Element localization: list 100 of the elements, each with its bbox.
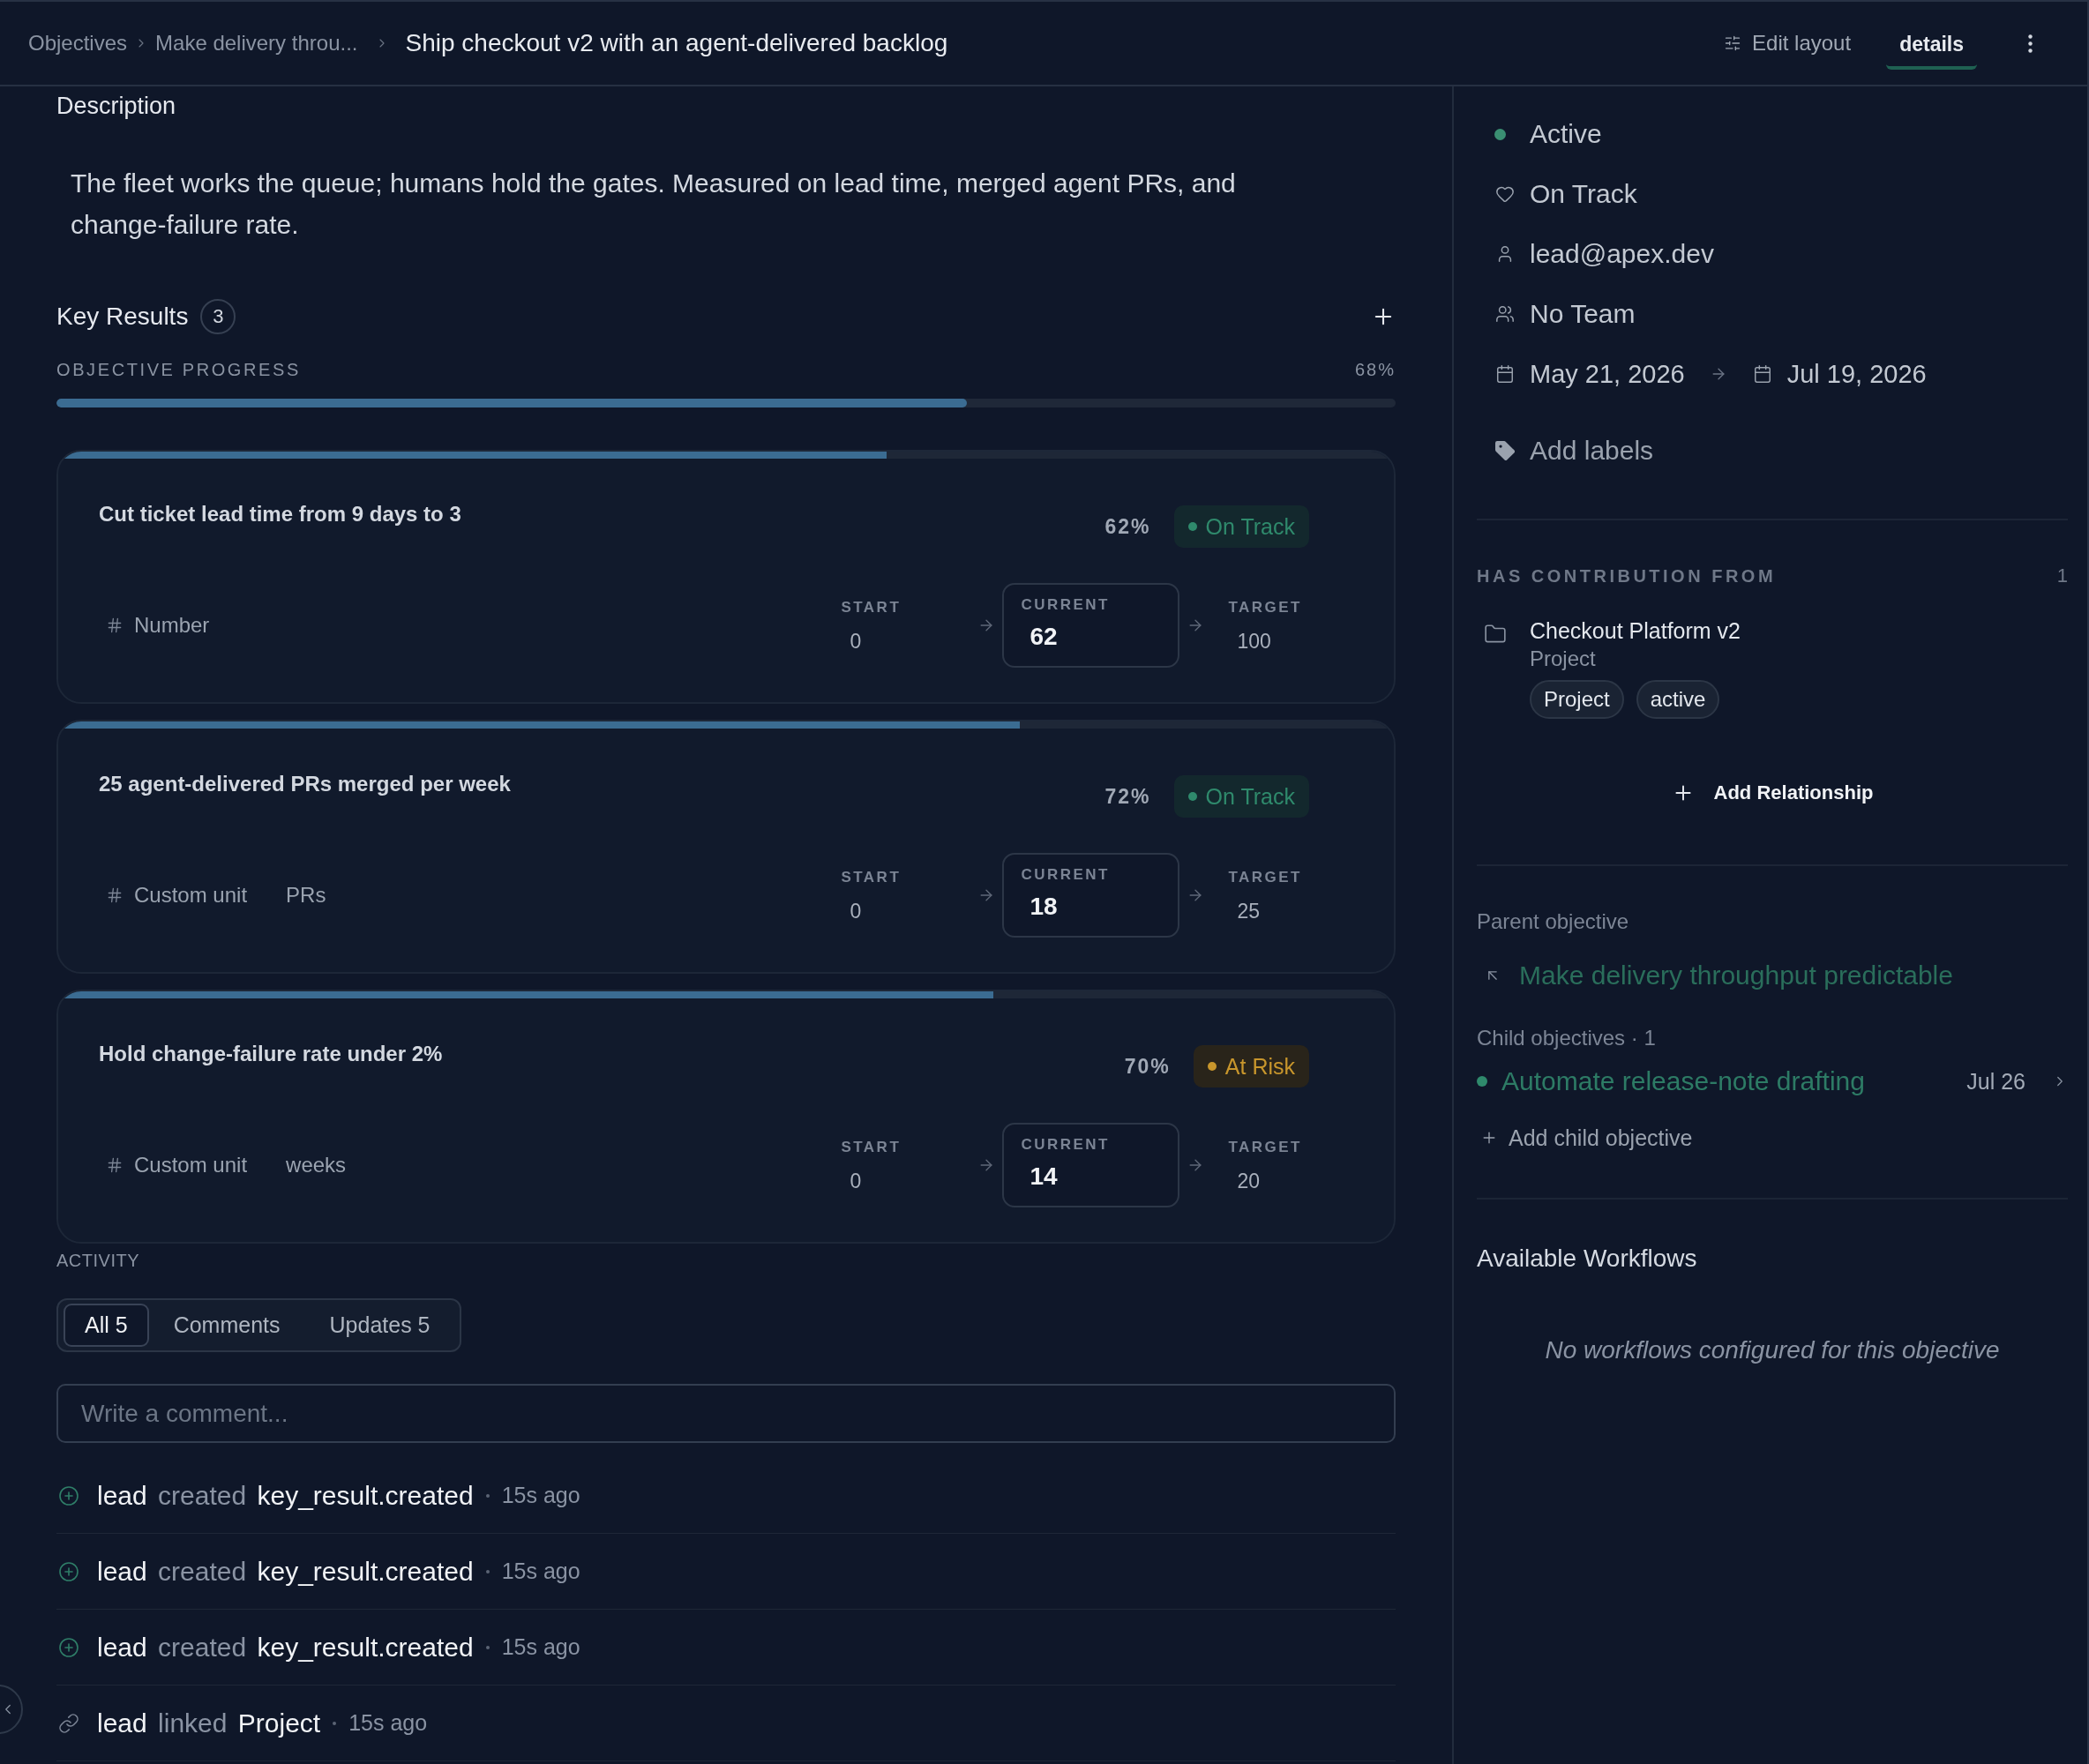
edit-layout-button[interactable]: Edit layout — [1724, 31, 1852, 56]
filter-tab[interactable]: Comments — [148, 1304, 305, 1347]
status-dot-icon — [1494, 128, 1506, 140]
stat-label: TARGET — [1228, 867, 1302, 887]
measure-type: Custom unit — [134, 883, 248, 908]
add-relationship-button[interactable]: Add Relationship — [1671, 771, 1874, 815]
calendar-icon — [1752, 364, 1772, 384]
count-text: 1 — [2056, 564, 2068, 587]
stat-label: START — [841, 1137, 902, 1157]
activity-text: lead linked Project — [97, 1708, 321, 1738]
status-dot-icon — [1187, 522, 1197, 531]
target-value: 100 — [1236, 628, 1272, 654]
unit-name: weeks — [286, 1153, 347, 1177]
link-icon — [58, 1712, 79, 1734]
sliders-icon — [1724, 34, 1742, 52]
empty-state-text: No workflows configured for this objective — [1544, 1335, 2001, 1365]
key-result-title: Cut ticket lead time from 9 days to 3 — [99, 501, 461, 527]
activity-time: 15s ago — [348, 1710, 428, 1736]
measure-type: Number — [134, 613, 210, 638]
target-value: 20 — [1236, 1168, 1261, 1193]
current-value: 62 — [1029, 623, 1059, 651]
current-value-field[interactable]: CURRENT 14 — [1002, 1123, 1180, 1207]
more-icon — [2028, 34, 2033, 53]
plus-circle-icon — [58, 1484, 79, 1506]
status-dot-icon — [1207, 1062, 1217, 1071]
end-date-button[interactable]: Jul 19, 2026 — [1751, 344, 1927, 404]
status-text: At Risk — [1224, 1053, 1295, 1080]
key-result-title: Hold change-failure rate under 2% — [99, 1041, 443, 1067]
count-badge: 3 — [200, 299, 236, 334]
current-value-field[interactable]: CURRENT 18 — [1002, 853, 1180, 938]
unit-name: PRs — [286, 883, 326, 908]
measure-type: Custom unit — [134, 1153, 248, 1177]
people-icon — [1495, 304, 1515, 324]
heart-icon — [1495, 184, 1515, 204]
status-text: On Track — [1205, 513, 1295, 540]
start-value: 0 — [849, 1168, 863, 1193]
tag-icon — [1495, 441, 1515, 460]
due-date: Jul 26 — [1966, 1068, 2025, 1095]
team-selector[interactable]: No Team — [1494, 284, 1636, 344]
calendar-icon — [1495, 364, 1515, 384]
stat-label: TARGET — [1228, 597, 1302, 617]
add-child-objective-button[interactable]: Add child objective — [1477, 1122, 1693, 1154]
start-date-button[interactable]: May 21, 2026 — [1494, 344, 1685, 404]
stat-label: CURRENT — [1021, 595, 1111, 615]
filter-tab[interactable]: Updates 5 — [304, 1304, 455, 1347]
hash-icon — [106, 617, 124, 634]
start-value: 0 — [849, 628, 863, 654]
stat-label: CURRENT — [1021, 1135, 1111, 1155]
breadcrumb-link[interactable]: Objectives — [28, 31, 128, 56]
add-labels-button[interactable]: Add labels — [1494, 421, 1654, 481]
progress-percent: 68% — [1354, 359, 1396, 381]
stat-label: TARGET — [1228, 1137, 1302, 1157]
plus-circle-icon — [58, 1636, 79, 1658]
status-dot-icon — [1187, 792, 1197, 801]
progress-percent: 72% — [1104, 784, 1151, 809]
hash-icon — [106, 886, 124, 904]
activity-text: lead created key_result.created — [97, 1556, 474, 1587]
tag-chip: Project — [1530, 680, 1624, 719]
filter-tab[interactable]: All 5 — [64, 1304, 149, 1347]
status-selector[interactable]: Active — [1494, 104, 1602, 164]
section-label: Child objectives · 1 — [1477, 1025, 1657, 1051]
progress-percent: 70% — [1124, 1054, 1171, 1079]
activity-text: lead created key_result.created — [97, 1480, 474, 1511]
view-tab[interactable]: details — [1886, 19, 1977, 70]
hash-icon — [106, 1156, 124, 1174]
activity-time: 15s ago — [501, 1558, 580, 1584]
section-heading: Description — [56, 92, 177, 121]
tag-chip: active — [1636, 680, 1720, 719]
stat-label: CURRENT — [1021, 865, 1111, 885]
progress-percent: 62% — [1104, 514, 1151, 539]
activity-time: 15s ago — [501, 1483, 580, 1508]
breadcrumb-link[interactable]: Make delivery throu... — [155, 31, 358, 56]
section-heading: Available Workflows — [1477, 1244, 1698, 1274]
current-value: 18 — [1029, 893, 1059, 921]
activity-text: lead created key_result.created — [97, 1632, 474, 1663]
section-label: Parent objective — [1477, 908, 1630, 935]
current-value: 14 — [1029, 1162, 1059, 1191]
plus-circle-icon — [58, 1560, 79, 1582]
page-title: Ship checkout v2 with an agent-delivered backlog — [405, 29, 948, 57]
target-value: 25 — [1236, 898, 1261, 923]
stat-label: START — [841, 597, 902, 617]
section-label: ACTIVITY — [56, 1251, 139, 1270]
progress-label: OBJECTIVE PROGRESS — [56, 359, 301, 381]
section-label: HAS CONTRIBUTION FROM — [1477, 565, 1777, 587]
stat-label: START — [841, 867, 902, 887]
activity-time: 15s ago — [501, 1634, 580, 1660]
item-type: Project — [1530, 646, 1597, 672]
owner-selector[interactable]: lead@apex.dev — [1494, 224, 1714, 284]
status-dot-icon — [1477, 1076, 1487, 1087]
key-result-title: 25 agent-delivered PRs merged per week — [99, 771, 511, 797]
description-text: The fleet works the queue; humans hold the gates. Measured on lead time, merged agent PRs, and change-failure rate. — [70, 168, 1237, 241]
health-selector[interactable]: On Track — [1494, 164, 1637, 224]
child-objective-link[interactable]: Automate release-note drafting — [1501, 1066, 1953, 1096]
project-link[interactable]: Checkout Platform v2 — [1530, 617, 1741, 644]
status-text: On Track — [1205, 783, 1295, 810]
start-value: 0 — [849, 898, 863, 923]
comment-input[interactable]: Write a comment... — [56, 1384, 1396, 1443]
section-heading: Key Results — [56, 303, 189, 331]
more-button[interactable] — [2028, 34, 2033, 53]
current-value-field[interactable]: CURRENT 62 — [1002, 583, 1180, 668]
